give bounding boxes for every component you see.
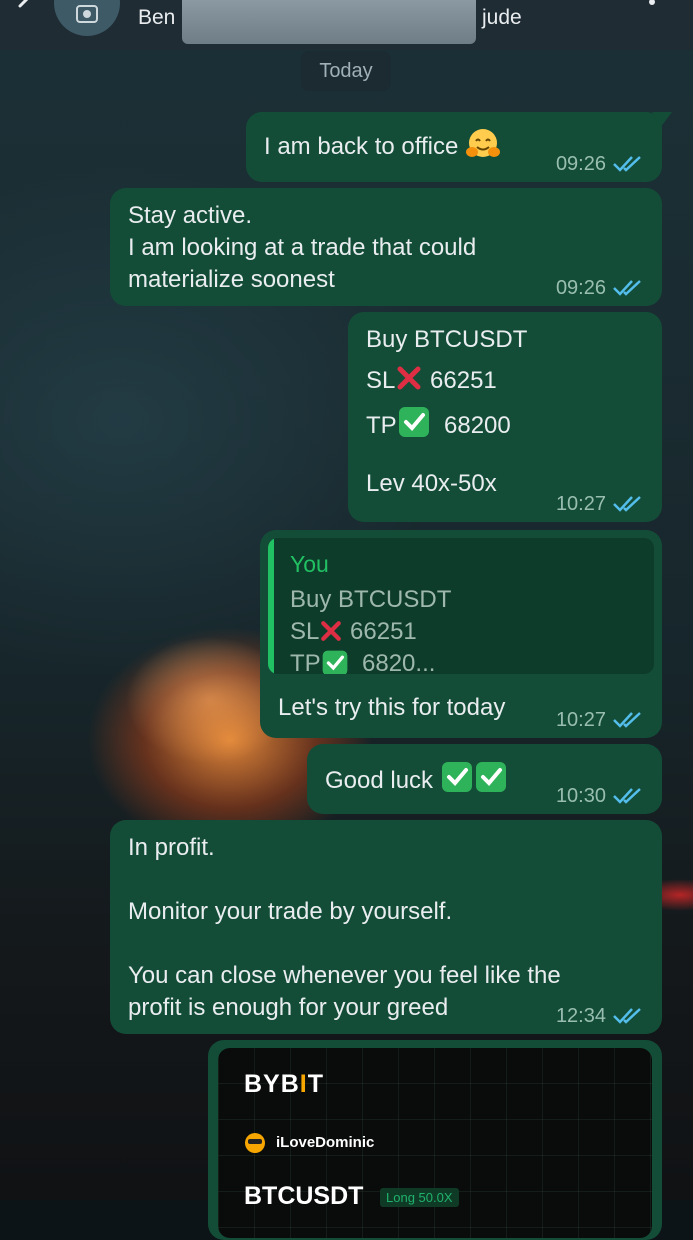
message-line: I am looking at a trade that could <box>128 234 477 261</box>
read-ticks-icon <box>613 788 641 804</box>
date-chip: Today <box>301 51 391 91</box>
image-message-bubble[interactable]: BYBIT iLoveDominic BTCUSDT Long 50.0X <box>208 1040 662 1240</box>
message-line: You can close whenever you feel like the <box>128 962 561 989</box>
cross-mark-icon <box>397 366 421 390</box>
message-meta: 10:27 <box>556 708 644 732</box>
read-ticks-icon <box>613 280 641 296</box>
message-meta: 10:27 <box>556 492 644 516</box>
read-ticks-icon <box>613 1008 641 1024</box>
hugging-face-icon <box>466 129 500 157</box>
message-bubble[interactable]: Good luck 10:30 <box>307 744 662 814</box>
card-symbol: BTCUSDT <box>244 1182 364 1210</box>
message-line: In profit. <box>128 834 215 861</box>
quoted-message[interactable]: You Buy BTCUSDT SL 66251 TP 6820... <box>268 538 654 674</box>
position-badge: Long 50.0X <box>380 1188 459 1207</box>
read-ticks-icon <box>613 156 641 172</box>
message-bubble[interactable]: You Buy BTCUSDT SL 66251 TP 6820... Let'… <box>260 530 662 738</box>
chat-header: Ben jude <box>0 0 693 50</box>
message-line: SL 66251 <box>366 364 644 397</box>
redacted-name-overlay <box>182 0 476 44</box>
read-ticks-icon <box>613 712 641 728</box>
check-mark-button-icon <box>475 762 506 792</box>
bubble-tail <box>652 112 672 128</box>
message-time: 09:26 <box>555 153 606 175</box>
quote-text: Buy BTCUSDT SL 66251 TP 6820... <box>290 584 451 674</box>
card-username: iLoveDominic <box>276 1134 375 1151</box>
contact-name-suffix[interactable]: jude <box>482 6 522 30</box>
message-meta: 12:34 <box>556 1004 644 1028</box>
message-line: TP 68200 <box>366 405 644 442</box>
quote-author: You <box>290 551 329 577</box>
message-time: 10:27 <box>555 709 606 731</box>
message-line: Let's try this for today <box>278 694 506 721</box>
message-meta: 09:26 <box>556 152 644 176</box>
check-mark-button-icon <box>398 407 429 437</box>
avatar[interactable] <box>54 0 120 36</box>
message-meta: 09:26 <box>556 276 644 300</box>
quote-accent-bar <box>268 538 274 674</box>
back-arrow-icon[interactable] <box>10 0 38 20</box>
message-line: Buy BTCUSDT <box>366 326 528 353</box>
message-time: 10:30 <box>555 785 606 807</box>
message-time: 09:26 <box>555 277 606 299</box>
message-bubble[interactable]: In profit. Monitor your trade by yoursel… <box>110 820 662 1034</box>
user-avatar-icon <box>245 1133 265 1153</box>
message-line: Monitor your trade by yourself. <box>128 898 453 925</box>
check-mark-button-icon <box>322 650 348 674</box>
message-meta: 10:30 <box>556 784 644 808</box>
message-time: 12:34 <box>555 1005 606 1027</box>
message-time: 10:27 <box>555 493 606 515</box>
message-line: Stay active. <box>128 202 253 229</box>
read-ticks-icon <box>613 496 641 512</box>
more-vertical-icon[interactable] <box>642 0 662 18</box>
avatar-icon <box>76 5 98 23</box>
bybit-logo: BYBIT <box>244 1070 325 1098</box>
bybit-trade-card[interactable]: BYBIT iLoveDominic BTCUSDT Long 50.0X <box>218 1048 652 1238</box>
cross-mark-icon <box>321 621 342 641</box>
message-bubble[interactable]: I am back to office 09:26 <box>246 112 672 182</box>
message-bubble[interactable]: Buy BTCUSDT SL 66251 TP 68200 Lev 40x-50… <box>348 312 662 522</box>
message-bubble[interactable]: Stay active. I am looking at a trade tha… <box>110 188 662 306</box>
contact-name-prefix[interactable]: Ben <box>138 6 175 30</box>
check-mark-button-icon <box>441 762 472 792</box>
